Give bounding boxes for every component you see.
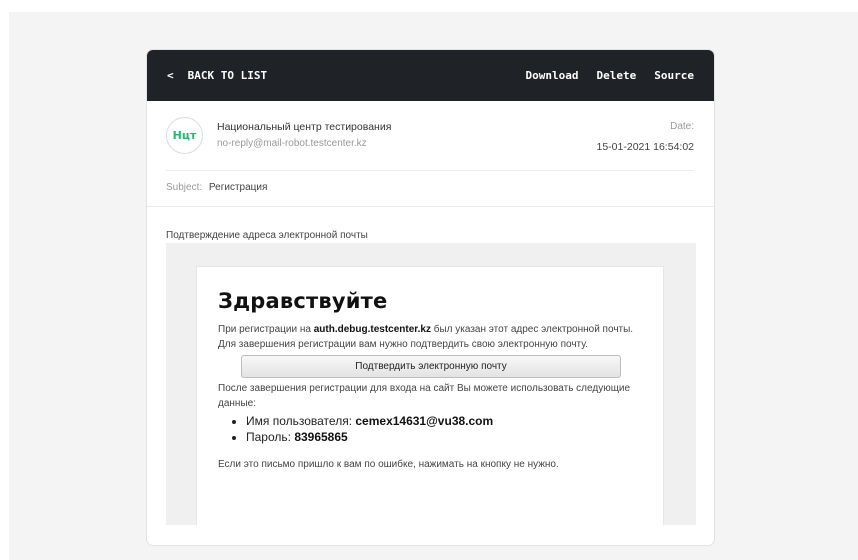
subject-value: Регистрация [208, 182, 268, 193]
divider [166, 170, 694, 171]
footnote: Если это письмо пришло к вам по ошибке, … [218, 459, 559, 470]
intro-paragraph: При регистрации на auth.debug.testcenter… [218, 324, 634, 350]
email-viewer-card: < BACK TO LIST Download Delete Source Нц… [146, 49, 715, 546]
delete-button[interactable]: Delete [597, 69, 637, 82]
email-heading: Здравствуйте [218, 289, 388, 313]
sender-block: Нцт Национальный центр тестирования no-r… [147, 101, 714, 169]
subject-label: Subject: [166, 182, 203, 193]
sender-name: Национальный центр тестирования [217, 121, 392, 133]
date-label: Date: [670, 121, 694, 132]
chevron-left-icon: < [167, 69, 174, 82]
domain-text: auth.debug.testcenter.kz [313, 324, 431, 335]
email-toolbar: < BACK TO LIST Download Delete Source [147, 50, 714, 101]
avatar: Нцт [166, 117, 203, 154]
back-to-list-button[interactable]: < BACK TO LIST [167, 69, 267, 82]
password-value: 83965865 [294, 430, 348, 444]
confirm-email-button[interactable]: Подтвердить электронную почту [241, 355, 621, 378]
list-item: Пароль: 83965865 [246, 429, 642, 445]
email-body-frame: Здравствуйте При регистрации на auth.deb… [166, 243, 696, 525]
date-value: 15-01-2021 16:54:02 [596, 141, 695, 153]
after-paragraph: После завершения регистрации для входа н… [218, 383, 631, 409]
preview-text: Подтверждение адреса электронной почты [166, 230, 368, 241]
source-button[interactable]: Source [654, 69, 694, 82]
username-value: cemex14631@vu38.com [355, 414, 494, 428]
subject-line: Subject: Регистрация [166, 182, 267, 193]
download-button[interactable]: Download [526, 69, 579, 82]
sender-email: no-reply@mail-robot.testcenter.kz [217, 138, 367, 149]
credentials-list: Имя пользователя: cemex14631@vu38.com Па… [246, 413, 642, 445]
divider [147, 206, 714, 207]
list-item: Имя пользователя: cemex14631@vu38.com [246, 413, 642, 429]
email-body: Здравствуйте При регистрации на auth.deb… [196, 266, 664, 525]
back-to-list-label: BACK TO LIST [187, 69, 268, 82]
